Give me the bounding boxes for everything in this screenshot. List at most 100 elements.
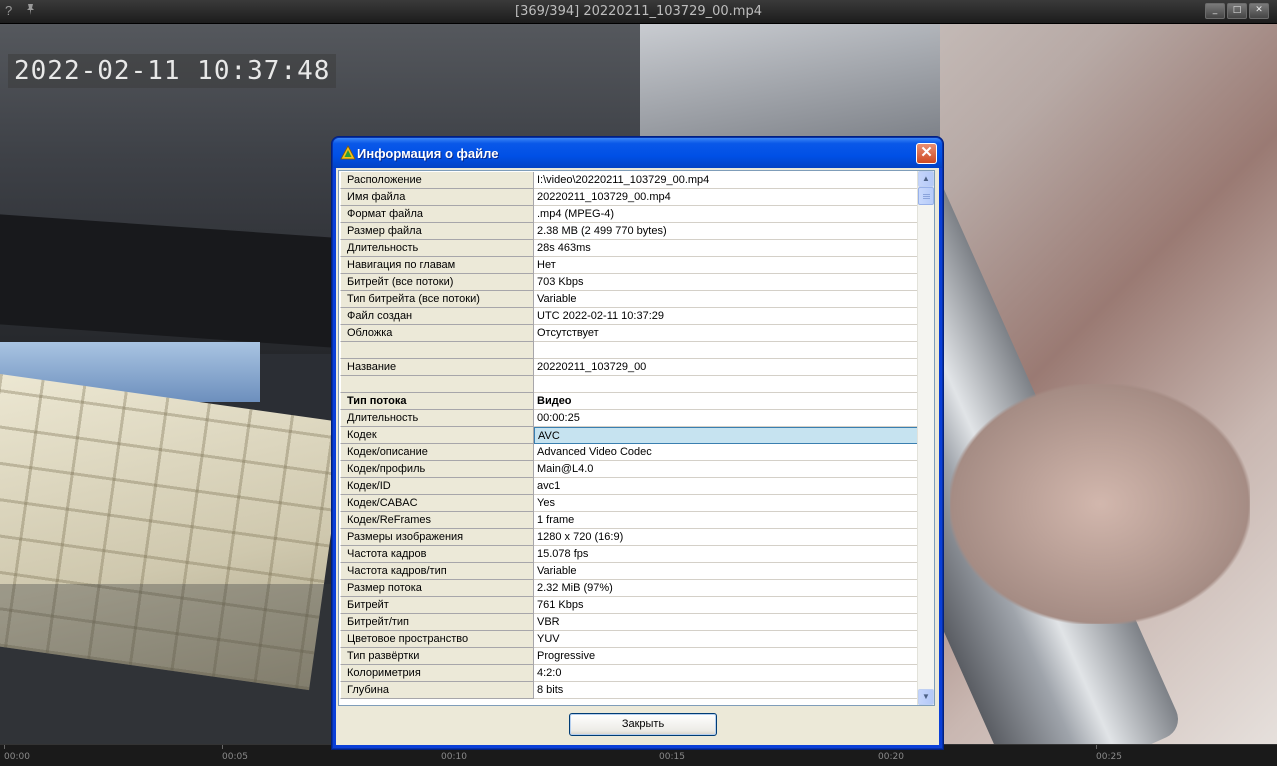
dialog-title: Информация о файле [357, 146, 499, 161]
maximize-button[interactable]: □ [1227, 3, 1247, 19]
info-row-value [534, 342, 919, 359]
window-controls: _ □ ✕ [1205, 3, 1269, 19]
vertical-scrollbar[interactable]: ▲ ▼ [917, 171, 934, 705]
info-row[interactable]: Частота кадров 15.078 fps [340, 546, 919, 563]
info-row[interactable]: Размеры изображения 1280 x 720 (16:9) [340, 529, 919, 546]
info-row-key: Длительность [340, 410, 534, 427]
info-row-value: I:\video\20220211_103729_00.mp4 [534, 172, 919, 189]
dialog-titlebar[interactable]: Информация о файле ✕ [333, 138, 942, 168]
info-row[interactable]: Частота кадров/тип Variable [340, 563, 919, 580]
info-row[interactable]: Длительность 28s 463ms [340, 240, 919, 257]
info-row-value: 8 bits [534, 682, 919, 699]
info-row[interactable]: Формат файла .mp4 (MPEG-4) [340, 206, 919, 223]
info-row[interactable]: Навигация по главам Нет [340, 257, 919, 274]
info-row[interactable]: Битрейт/тип VBR [340, 614, 919, 631]
info-row[interactable] [340, 342, 919, 359]
info-row-value: AVC [534, 427, 919, 444]
info-row-key: Кодек/CABAC [340, 495, 534, 512]
info-row-key: Обложка [340, 325, 534, 342]
info-row-value: Нет [534, 257, 919, 274]
info-row-value [534, 376, 919, 393]
info-row-key: Навигация по главам [340, 257, 534, 274]
info-row-key: Кодек/описание [340, 444, 534, 461]
info-row-key: Файл создан [340, 308, 534, 325]
info-row[interactable]: Кодек AVC [340, 427, 919, 444]
info-row[interactable] [340, 376, 919, 393]
info-grid-rows: Расположение I:\video\20220211_103729_00.… [340, 172, 919, 699]
info-grid[interactable]: Расположение I:\video\20220211_103729_00.… [338, 170, 935, 706]
info-row-value: 28s 463ms [534, 240, 919, 257]
video-timestamp-overlay: 2022-02-11 10:37:48 [8, 54, 337, 88]
video-shadow [0, 584, 360, 744]
file-info-dialog: Информация о файле ✕ Расположение I:\vide… [332, 137, 943, 749]
info-row-key: Имя файла [340, 189, 534, 206]
info-row-value: 703 Kbps [534, 274, 919, 291]
info-row-value: VBR [534, 614, 919, 631]
info-row-key: Колориметрия [340, 665, 534, 682]
timeline-tick [1096, 745, 1097, 749]
info-row[interactable]: Кодек/описание Advanced Video Codec [340, 444, 919, 461]
info-row-key [340, 376, 534, 393]
info-row[interactable]: Кодек/ReFrames 1 frame [340, 512, 919, 529]
info-row[interactable]: Кодек/ID avc1 [340, 478, 919, 495]
info-row-key [340, 342, 534, 359]
info-row[interactable]: Название 20220211_103729_00 [340, 359, 919, 376]
timeline-label: 00:05 [222, 752, 248, 762]
scroll-up-icon[interactable]: ▲ [918, 171, 934, 187]
info-row-value: Main@L4.0 [534, 461, 919, 478]
minimize-button[interactable]: _ [1205, 3, 1225, 19]
close-window-button[interactable]: ✕ [1249, 3, 1269, 19]
player-title: [369/394] 20220211_103729_00.mp4 [515, 4, 762, 19]
info-row-value: 761 Kbps [534, 597, 919, 614]
info-row[interactable]: Кодек/CABAC Yes [340, 495, 919, 512]
close-button[interactable]: Закрыть [569, 713, 717, 736]
info-row[interactable]: Тип битрейта (все потоки) Variable [340, 291, 919, 308]
info-row[interactable]: Глубина 8 bits [340, 682, 919, 699]
info-row-key: Название [340, 359, 534, 376]
info-row-key: Длительность [340, 240, 534, 257]
info-row-key: Битрейт (все потоки) [340, 274, 534, 291]
info-row-value: YUV [534, 631, 919, 648]
timeline-label: 00:15 [659, 752, 685, 762]
info-row[interactable]: Размер файла 2.38 MB (2 499 770 bytes) [340, 223, 919, 240]
info-row-value: 20220211_103729_00 [534, 359, 919, 376]
scroll-down-icon[interactable]: ▼ [918, 689, 934, 705]
info-row-value: 2.38 MB (2 499 770 bytes) [534, 223, 919, 240]
timeline-label: 00:00 [4, 752, 30, 762]
info-row[interactable]: Размер потока 2.32 MiB (97%) [340, 580, 919, 597]
info-row-value: Advanced Video Codec [534, 444, 919, 461]
info-row[interactable]: Цветовое пространство YUV [340, 631, 919, 648]
info-row-value: 20220211_103729_00.mp4 [534, 189, 919, 206]
timeline-label: 00:10 [441, 752, 467, 762]
info-row-value: Yes [534, 495, 919, 512]
info-row[interactable]: Имя файла 20220211_103729_00.mp4 [340, 189, 919, 206]
info-row[interactable]: Файл создан UTC 2022-02-11 10:37:29 [340, 308, 919, 325]
info-row-key: Частота кадров [340, 546, 534, 563]
info-row-key: Кодек/ReFrames [340, 512, 534, 529]
dialog-client-area: Расположение I:\video\20220211_103729_00.… [336, 168, 939, 745]
info-row[interactable]: Расположение I:\video\20220211_103729_00.… [340, 172, 919, 189]
scroll-thumb[interactable] [918, 187, 934, 205]
info-row[interactable]: Битрейт (все потоки) 703 Kbps [340, 274, 919, 291]
info-row-key: Размеры изображения [340, 529, 534, 546]
info-row[interactable]: Колориметрия 4:2:0 [340, 665, 919, 682]
info-row-value: Видео [534, 393, 919, 410]
info-row[interactable]: Длительность 00:00:25 [340, 410, 919, 427]
info-row[interactable]: Обложка Отсутствует [340, 325, 919, 342]
info-row-value: 4:2:0 [534, 665, 919, 682]
info-row-value: 15.078 fps [534, 546, 919, 563]
info-row[interactable]: Битрейт 761 Kbps [340, 597, 919, 614]
info-row-key: Битрейт [340, 597, 534, 614]
info-row[interactable]: Тип развёртки Progressive [340, 648, 919, 665]
info-row-key: Размер файла [340, 223, 534, 240]
info-row-value: 1280 x 720 (16:9) [534, 529, 919, 546]
dialog-close-icon[interactable]: ✕ [916, 143, 937, 164]
info-row-key: Тип развёртки [340, 648, 534, 665]
info-row[interactable]: Кодек/профиль Main@L4.0 [340, 461, 919, 478]
info-row[interactable]: Тип потока Видео [340, 393, 919, 410]
video-finger [950, 384, 1250, 624]
timeline-label: 00:25 [1096, 752, 1122, 762]
app-logo-icon [340, 145, 356, 161]
info-row-key: Кодек/профиль [340, 461, 534, 478]
info-row-value: avc1 [534, 478, 919, 495]
